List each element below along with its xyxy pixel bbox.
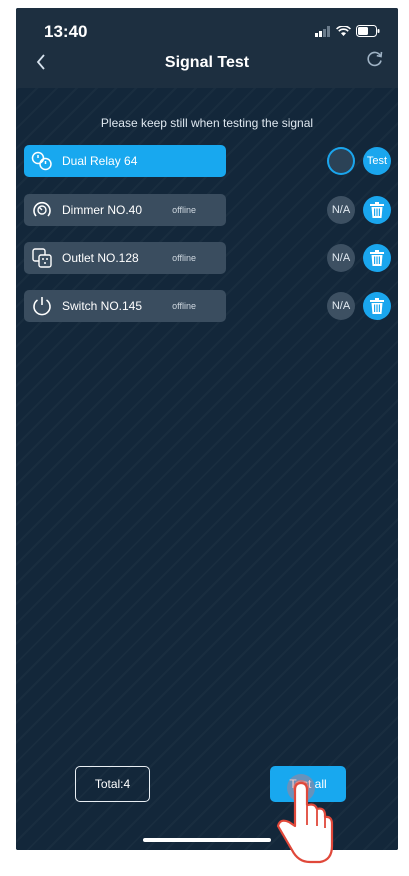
trash-icon [370,298,384,314]
hand-pointer-icon [276,774,334,864]
status-time: 13:40 [44,22,88,41]
refresh-button[interactable] [366,50,384,74]
device-status: offline [172,205,196,215]
header: 13:40 Signal Test [16,8,398,88]
signal-na-badge: N/A [327,244,355,272]
hint-text: Please keep still when testing the signa… [100,116,314,130]
device-name: Switch NO.145 [62,299,143,313]
dimmer-icon [31,199,53,221]
dual-relay-icon [31,150,53,172]
power-icon [31,295,53,317]
outlet-icon [31,247,53,269]
status-icons [315,25,380,37]
trash-icon [370,202,384,218]
device-row-dimmer[interactable]: Dimmer NO.40 offline [24,194,226,226]
test-button[interactable]: Test [363,147,391,175]
refresh-icon [367,51,383,67]
total-count: Total:4 [75,766,150,802]
device-name: Dimmer NO.40 [62,203,143,217]
device-status: offline [172,301,196,311]
home-indicator [143,838,271,842]
testing-indicator [327,147,355,175]
delete-button[interactable] [363,292,391,320]
battery-icon [356,25,380,37]
device-row-outlet[interactable]: Outlet NO.128 offline [24,242,226,274]
delete-button[interactable] [363,244,391,272]
device-row-switch[interactable]: Switch NO.145 offline [24,290,226,322]
wifi-icon [336,25,351,36]
device-name: Outlet NO.128 [62,251,139,265]
signal-icon [315,25,330,37]
signal-na-badge: N/A [327,196,355,224]
phone-screen: 13:40 Signal Test Please keep still when… [16,8,398,850]
device-row-dual-relay[interactable]: Dual Relay 64 [24,145,226,177]
trash-icon [370,250,384,266]
page-title: Signal Test [164,54,250,71]
signal-na-badge: N/A [327,292,355,320]
device-status: offline [172,253,196,263]
device-name: Dual Relay 64 [62,154,138,168]
content-area: Please keep still when testing the signa… [16,88,398,850]
delete-button[interactable] [363,196,391,224]
